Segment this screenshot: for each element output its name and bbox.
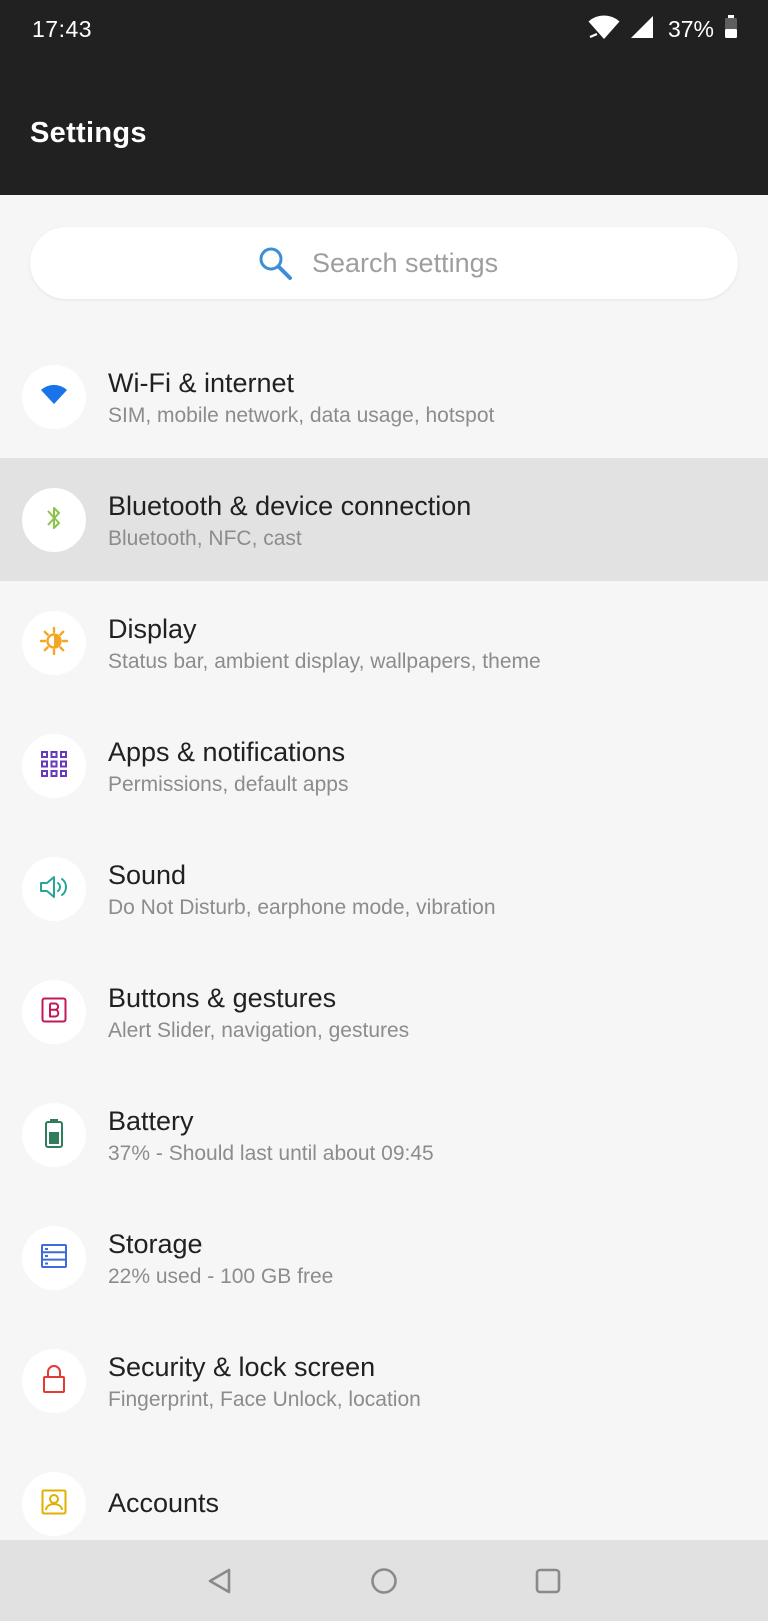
search-icon [256,244,294,282]
item-title: Bluetooth & device connection [108,491,472,521]
status-time: 17:43 [32,15,93,42]
item-title: Sound [108,860,187,890]
icon-container [22,611,86,675]
item-subtitle: 37% - Should last until about 09:45 [108,1142,434,1165]
settings-item-security[interactable]: Security & lock screen Fingerprint, Face… [0,1319,768,1442]
settings-item-apps[interactable]: Apps & notifications Permissions, defaul… [0,704,768,827]
icon-container [22,1472,86,1536]
item-subtitle: Permissions, default apps [108,773,349,796]
item-title: Accounts [108,1488,220,1518]
item-title: Wi-Fi & internet [108,368,295,398]
app-header: 17:43 37% Settings [0,0,768,195]
account-icon [41,1489,67,1520]
item-title: Storage [108,1229,203,1259]
lock-icon [42,1364,66,1399]
settings-item-buttons-gestures[interactable]: Buttons & gestures Alert Slider, navigat… [0,950,768,1073]
signal-icon [630,15,654,44]
item-subtitle: Status bar, ambient display, wallpapers,… [108,650,541,673]
home-icon[interactable] [364,1561,404,1601]
item-title: Battery [108,1106,194,1136]
page-title: Settings [30,117,147,149]
status-bar: 17:43 37% [0,0,768,58]
item-subtitle: SIM, mobile network, data usage, hotspot [108,404,495,427]
navigation-bar [0,1540,768,1621]
wifi-icon [40,384,68,411]
item-subtitle: Bluetooth, NFC, cast [108,527,302,550]
button-b-icon [41,997,67,1028]
icon-container [22,1349,86,1413]
brightness-icon [39,626,69,661]
icon-container [22,365,86,429]
icon-container [22,1103,86,1167]
settings-list: Wi-Fi & internet SIM, mobile network, da… [0,335,768,1540]
back-icon[interactable] [200,1561,240,1601]
item-title: Display [108,614,197,644]
icon-container [22,980,86,1044]
item-subtitle: 22% used - 100 GB free [108,1265,334,1288]
settings-item-wifi[interactable]: Wi-Fi & internet SIM, mobile network, da… [0,335,768,458]
icon-container [22,1226,86,1290]
storage-icon [40,1243,68,1274]
status-battery-percent: 37% [667,15,714,42]
settings-item-accounts[interactable]: Accounts [0,1442,768,1540]
item-title: Buttons & gestures [108,983,337,1013]
icon-container [22,734,86,798]
icon-container [22,488,86,552]
item-subtitle: Fingerprint, Face Unlock, location [108,1388,421,1411]
icon-container [22,857,86,921]
settings-item-display[interactable]: Display Status bar, ambient display, wal… [0,581,768,704]
item-subtitle: Alert Slider, navigation, gestures [108,1019,410,1042]
bluetooth-icon [44,504,64,537]
search-input[interactable] [312,247,512,279]
apps-grid-icon [41,750,67,782]
status-icons: 37% [588,14,738,45]
battery-icon [724,14,738,44]
settings-item-battery[interactable]: Battery 37% - Should last until about 09… [0,1073,768,1196]
wifi-icon [588,14,620,45]
recents-icon[interactable] [528,1561,568,1601]
item-subtitle: Do Not Disturb, earphone mode, vibration [108,896,496,919]
speaker-icon [38,873,70,906]
settings-item-storage[interactable]: Storage 22% used - 100 GB free [0,1196,768,1319]
item-title: Security & lock screen [108,1352,376,1382]
item-title: Apps & notifications [108,737,346,767]
battery-icon [44,1118,64,1153]
settings-item-bluetooth[interactable]: Bluetooth & device connection Bluetooth,… [0,458,768,581]
settings-item-sound[interactable]: Sound Do Not Disturb, earphone mode, vib… [0,827,768,950]
search-bar[interactable] [30,227,738,299]
